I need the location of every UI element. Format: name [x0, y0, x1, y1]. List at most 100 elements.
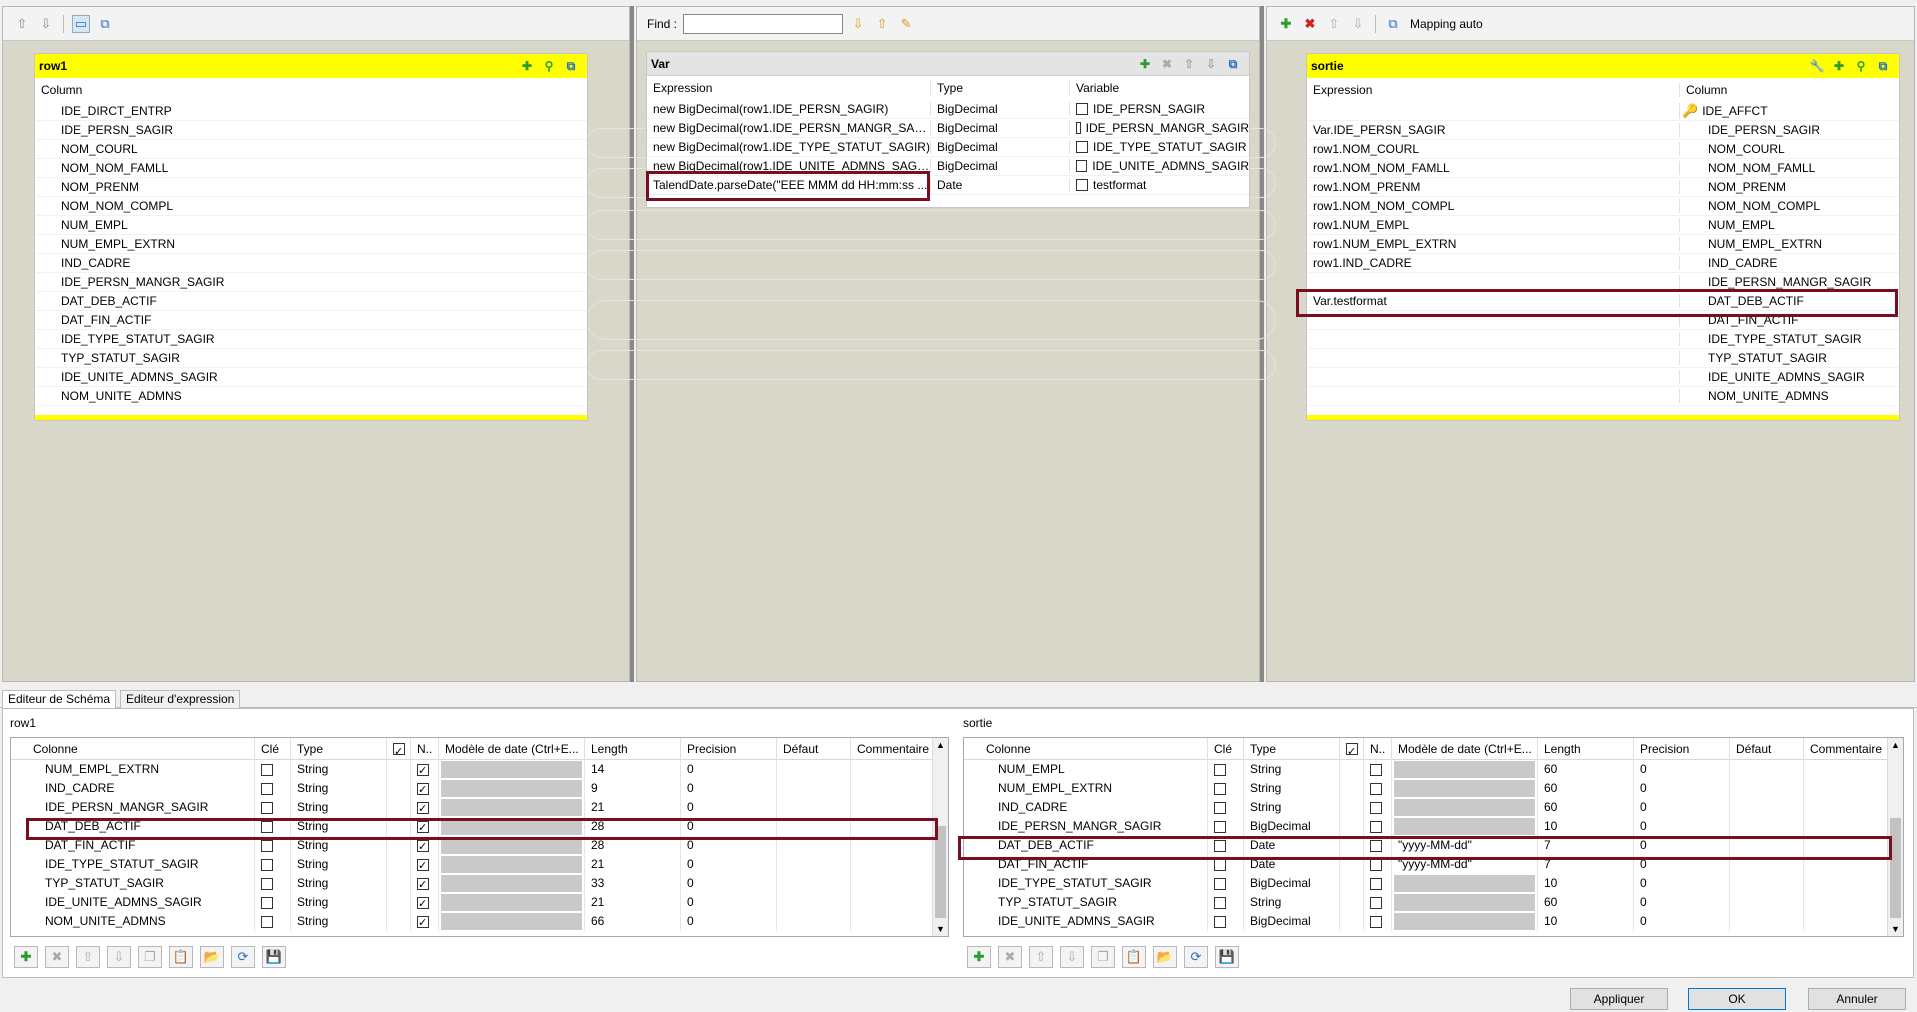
copy-icon[interactable]: ❐: [1091, 946, 1115, 968]
var-expression[interactable]: new BigDecimal(row1.IDE_UNITE_ADMNS_SAGI…: [647, 159, 930, 173]
var-variable-name[interactable]: IDE_TYPE_STATUT_SAGIR: [1093, 140, 1247, 154]
window-icon[interactable]: ⧉: [563, 58, 579, 74]
precision-cell[interactable]: 0: [1634, 893, 1730, 912]
filter-icon[interactable]: ⚲: [1853, 58, 1869, 74]
precision-cell[interactable]: 0: [681, 817, 777, 836]
type-cell[interactable]: String: [291, 874, 387, 893]
schema-row[interactable]: DAT_FIN_ACTIF Date "yyyy-MM-dd" 7 0: [964, 855, 1903, 874]
output-row[interactable]: TYP_STATUT_SAGIR: [1307, 349, 1899, 368]
arrow-down-icon[interactable]: ⇩: [1203, 56, 1219, 72]
date-pattern-cell[interactable]: [439, 912, 585, 931]
add-row-icon[interactable]: ✚: [14, 946, 38, 968]
precision-cell[interactable]: 0: [1634, 798, 1730, 817]
type-cell[interactable]: String: [291, 893, 387, 912]
select-all-checkbox[interactable]: [1346, 741, 1358, 760]
schema-row[interactable]: IND_CADRE String 60 0: [964, 798, 1903, 817]
schema-row[interactable]: IDE_PERSN_MANGR_SAGIR String 210: [11, 798, 948, 817]
arrow-down-icon[interactable]: ⇩: [1349, 15, 1367, 33]
input-row[interactable]: IDE_PERSN_MANGR_SAGIR: [35, 273, 587, 292]
schema-column-name[interactable]: IDE_TYPE_STATUT_SAGIR: [980, 874, 1208, 893]
precision-cell[interactable]: 0: [681, 798, 777, 817]
key-checkbox[interactable]: [261, 915, 273, 928]
nullable-checkbox[interactable]: [417, 800, 429, 817]
date-pattern-cell[interactable]: [439, 817, 585, 836]
comment-cell[interactable]: [1804, 893, 1900, 912]
precision-cell[interactable]: 0: [681, 836, 777, 855]
default-cell[interactable]: [777, 779, 851, 798]
schema-row[interactable]: IDE_PERSN_MANGR_SAGIR BigDecimal 10 0: [964, 817, 1903, 836]
length-cell[interactable]: 33: [585, 874, 681, 893]
schema-header-2[interactable]: Type: [291, 738, 387, 760]
schema-row[interactable]: TYP_STATUT_SAGIR String 330: [11, 874, 948, 893]
default-cell[interactable]: [1730, 874, 1804, 893]
length-cell[interactable]: 60: [1538, 798, 1634, 817]
key-checkbox[interactable]: [1214, 763, 1226, 776]
output-row[interactable]: IDE_UNITE_ADMNS_SAGIR: [1307, 368, 1899, 387]
type-cell[interactable]: Date: [1244, 855, 1340, 874]
length-cell[interactable]: 28: [585, 817, 681, 836]
paste-icon[interactable]: 📋: [169, 946, 193, 968]
type-cell[interactable]: String: [291, 817, 387, 836]
output-row[interactable]: 🔑 IDE_AFFCT: [1307, 102, 1899, 121]
schema-row[interactable]: DAT_DEB_ACTIF String 280: [11, 817, 948, 836]
key-checkbox[interactable]: [1214, 820, 1226, 833]
type-cell[interactable]: Date: [1244, 836, 1340, 855]
nullable-checkbox[interactable]: [1370, 877, 1382, 890]
key-checkbox[interactable]: [261, 839, 273, 852]
var-checkbox[interactable]: [1076, 141, 1088, 153]
scroll-up-icon[interactable]: ▲: [1891, 740, 1900, 750]
date-pattern-cell[interactable]: "yyyy-MM-dd": [1392, 855, 1538, 874]
schema-header-0[interactable]: Colonne: [980, 738, 1208, 760]
precision-cell[interactable]: 0: [681, 760, 777, 779]
output-expression[interactable]: row1.IND_CADRE: [1307, 256, 1679, 270]
output-expression[interactable]: row1.NUM_EMPL: [1307, 218, 1679, 232]
type-cell[interactable]: String: [291, 836, 387, 855]
apply-button[interactable]: Appliquer: [1570, 988, 1668, 1010]
window-icon[interactable]: ⧉: [1384, 15, 1402, 33]
default-cell[interactable]: [777, 798, 851, 817]
type-cell[interactable]: String: [291, 779, 387, 798]
output-expression[interactable]: row1.NUM_EMPL_EXTRN: [1307, 237, 1679, 251]
scroll-thumb[interactable]: [935, 826, 946, 918]
key-checkbox[interactable]: [1214, 896, 1226, 909]
type-cell[interactable]: String: [1244, 893, 1340, 912]
nullable-checkbox[interactable]: [1370, 801, 1382, 814]
precision-cell[interactable]: 0: [1634, 817, 1730, 836]
length-cell[interactable]: 66: [585, 912, 681, 931]
nullable-checkbox[interactable]: [417, 781, 429, 798]
add-variable-icon[interactable]: ✚: [1137, 56, 1153, 72]
input-row[interactable]: NOM_NOM_COMPL: [35, 197, 587, 216]
type-cell[interactable]: BigDecimal: [1244, 874, 1340, 893]
default-cell[interactable]: [1730, 912, 1804, 931]
key-checkbox[interactable]: [261, 820, 273, 833]
input-row[interactable]: NOM_NOM_FAMLL: [35, 159, 587, 178]
date-pattern-cell[interactable]: [1392, 817, 1538, 836]
move-down-icon[interactable]: ⇩: [107, 946, 131, 968]
schema-header-1[interactable]: Clé: [1208, 738, 1244, 760]
schema-header-9[interactable]: Commentaire: [1804, 738, 1900, 760]
schema-column-name[interactable]: IDE_UNITE_ADMNS_SAGIR: [980, 912, 1208, 931]
date-pattern-cell[interactable]: [439, 893, 585, 912]
date-pattern-cell[interactable]: [439, 760, 585, 779]
length-cell[interactable]: 21: [585, 893, 681, 912]
nullable-checkbox[interactable]: [1370, 763, 1382, 776]
schema-header-5[interactable]: Modèle de date (Ctrl+E...: [439, 738, 585, 760]
key-checkbox[interactable]: [261, 763, 273, 776]
precision-cell[interactable]: 0: [681, 874, 777, 893]
import-icon[interactable]: 📂: [200, 946, 224, 968]
precision-cell[interactable]: 0: [1634, 760, 1730, 779]
schema-column-name[interactable]: TYP_STATUT_SAGIR: [27, 874, 255, 893]
select-all-checkbox[interactable]: [393, 741, 405, 760]
schema-header-4[interactable]: N..: [411, 738, 439, 760]
type-cell[interactable]: String: [1244, 798, 1340, 817]
date-pattern-cell[interactable]: [439, 798, 585, 817]
output-row[interactable]: Var.testformat DAT_DEB_ACTIF: [1307, 292, 1899, 311]
output-expression[interactable]: Var.IDE_PERSN_SAGIR: [1307, 123, 1679, 137]
export-icon[interactable]: ⟳: [1184, 946, 1208, 968]
nullable-checkbox[interactable]: [1370, 915, 1382, 928]
schema-column-name[interactable]: DAT_DEB_ACTIF: [27, 817, 255, 836]
schema-column-name[interactable]: IDE_TYPE_STATUT_SAGIR: [27, 855, 255, 874]
schema-row[interactable]: NOM_UNITE_ADMNS String 660: [11, 912, 948, 931]
precision-cell[interactable]: 0: [681, 779, 777, 798]
precision-cell[interactable]: 0: [1634, 855, 1730, 874]
